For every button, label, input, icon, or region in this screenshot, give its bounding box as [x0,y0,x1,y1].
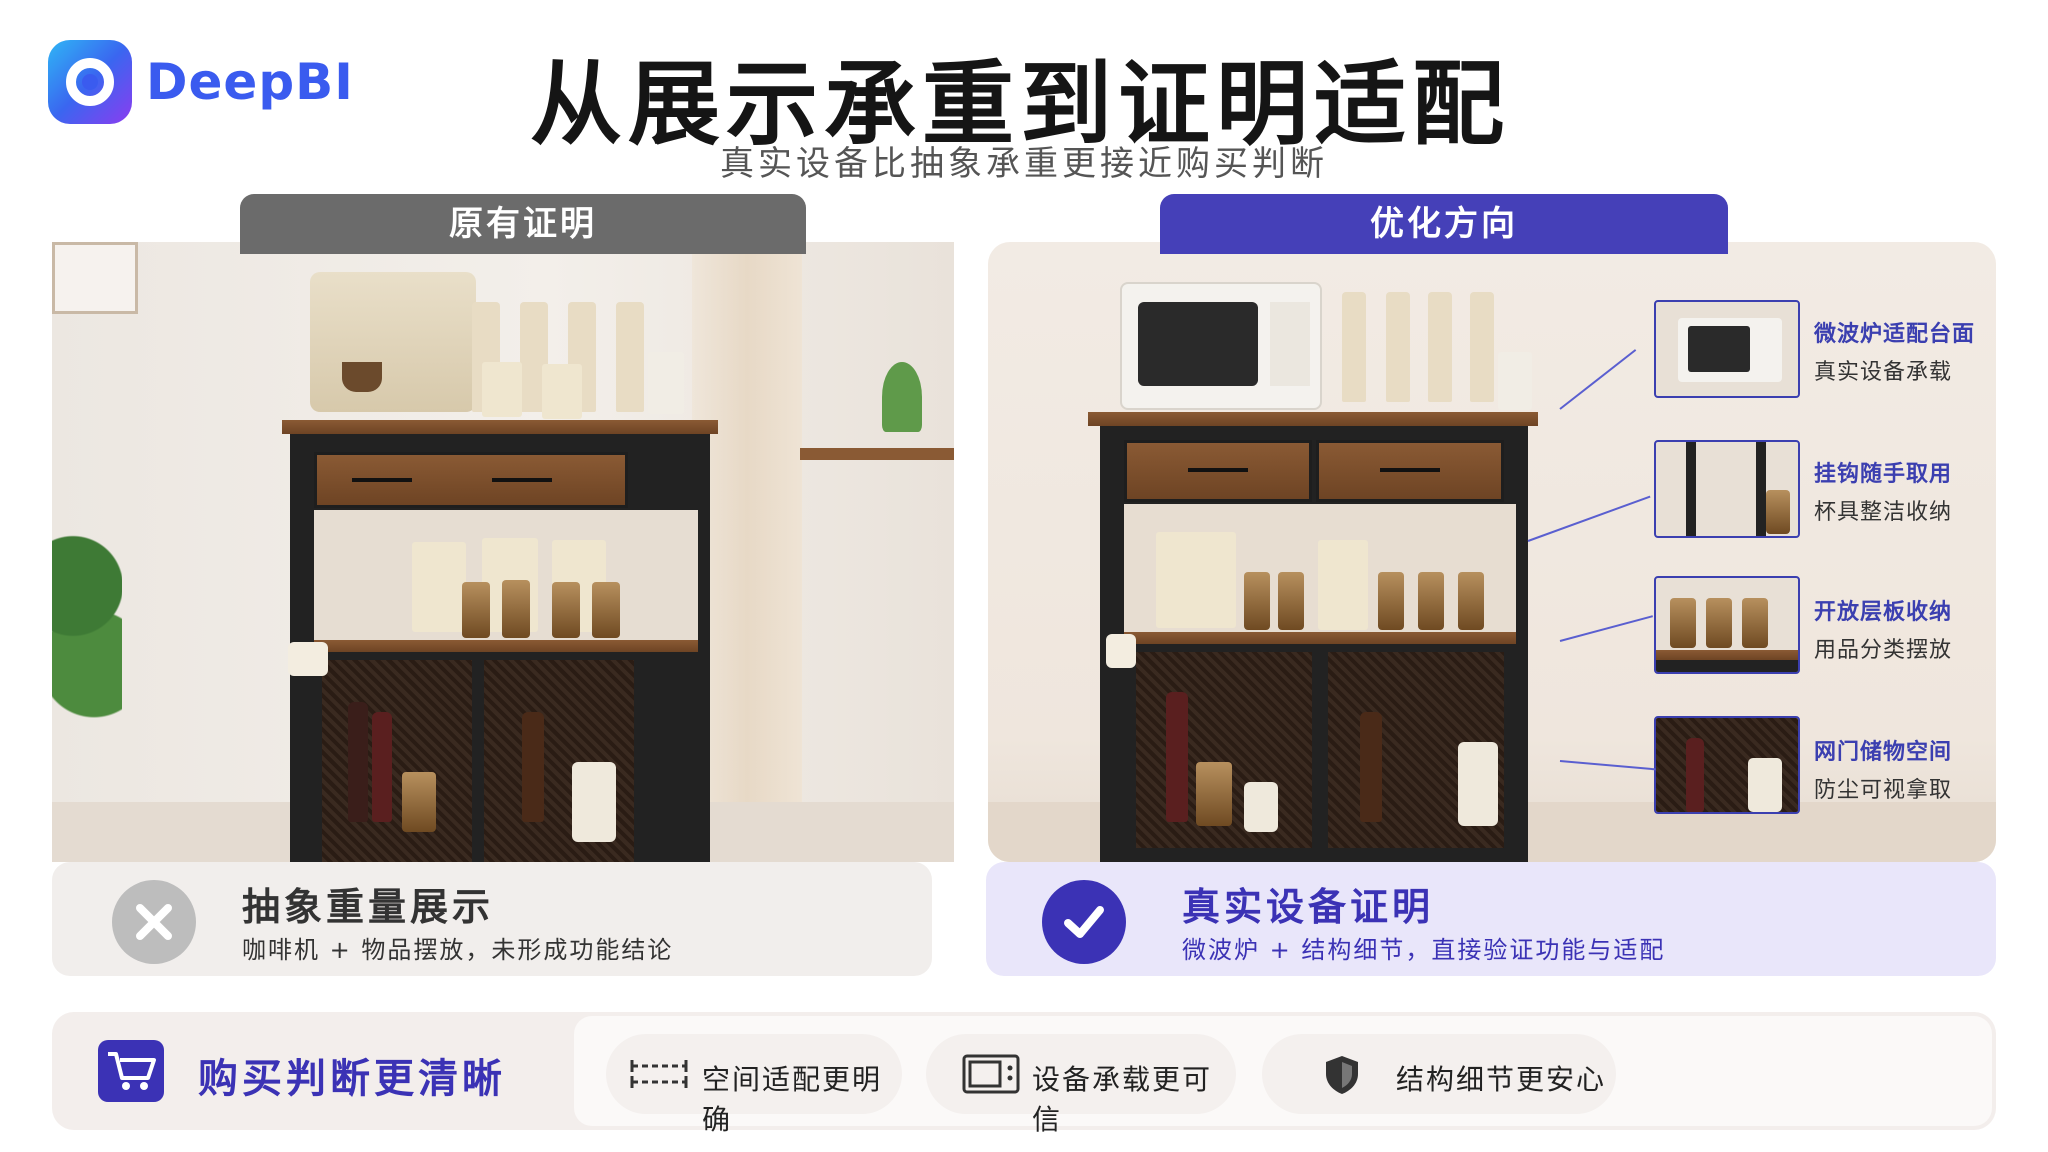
verdict-title-original: 抽象重量展示 [242,885,495,929]
callout-title-3: 开放层板收纳 [1814,600,1953,625]
pill-structure-detail: 结构细节更安心 [1262,1034,1616,1114]
x-icon [112,880,196,964]
summary-bar: 购买判断更清晰 空间适配更明确 设备承载更可信 结构细节更安心 [52,1012,1996,1136]
pill-label-load-bearing: 设备承载更可信 [1032,1063,1213,1136]
callout-title-2: 挂钩随手取用 [1814,462,1953,487]
shield-icon [1322,1054,1362,1100]
callout-thumb-hooks [1654,440,1800,538]
tab-optimized-direction: 优化方向 [1160,194,1728,254]
callout-title-1: 微波炉适配台面 [1814,322,1976,347]
tab-original-proof: 原有证明 [240,194,806,254]
callout-thumb-microwave [1654,300,1800,398]
pill-load-bearing: 设备承载更可信 [926,1034,1236,1136]
original-proof-photo [52,242,954,862]
callout-thumb-open-shelf [1654,576,1800,674]
check-icon [1042,880,1126,964]
page-subtitle: 真实设备比抽象承重更接近购买判断 [720,144,1328,184]
verdict-card-original: 抽象重量展示 咖啡机 + 物品摆放，未形成功能结论 [52,862,932,976]
pill-label-structure-detail: 结构细节更安心 [1396,1063,1607,1096]
verdict-desc-optimized: 微波炉 + 结构细节，直接验证功能与适配 [1182,936,1666,964]
summary-pills: 空间适配更明确 设备承载更可信 结构细节更安心 [574,1016,1992,1136]
verdict-title-optimized: 真实设备证明 [1182,885,1435,929]
dimension-arrows-icon [628,1054,690,1098]
callout-title-4: 网门储物空间 [1814,740,1953,765]
shopping-cart-icon [98,1040,164,1102]
pill-space-fit: 空间适配更明确 [606,1034,902,1136]
callout-desc-4: 防尘可视拿取 [1814,778,1953,803]
callout-desc-3: 用品分类摆放 [1814,638,1953,663]
callout-desc-1: 真实设备承载 [1814,360,1953,385]
microwave-icon [962,1054,1020,1098]
callout-thumb-mesh-door [1654,716,1800,814]
pill-label-space-fit: 空间适配更明确 [702,1063,883,1136]
callout-desc-2: 杯具整洁收纳 [1814,500,1953,525]
verdict-card-optimized: 真实设备证明 微波炉 + 结构细节，直接验证功能与适配 [986,862,1996,976]
verdict-desc-original: 咖啡机 + 物品摆放，未形成功能结论 [242,936,674,964]
summary-title: 购买判断更清晰 [198,1056,506,1102]
